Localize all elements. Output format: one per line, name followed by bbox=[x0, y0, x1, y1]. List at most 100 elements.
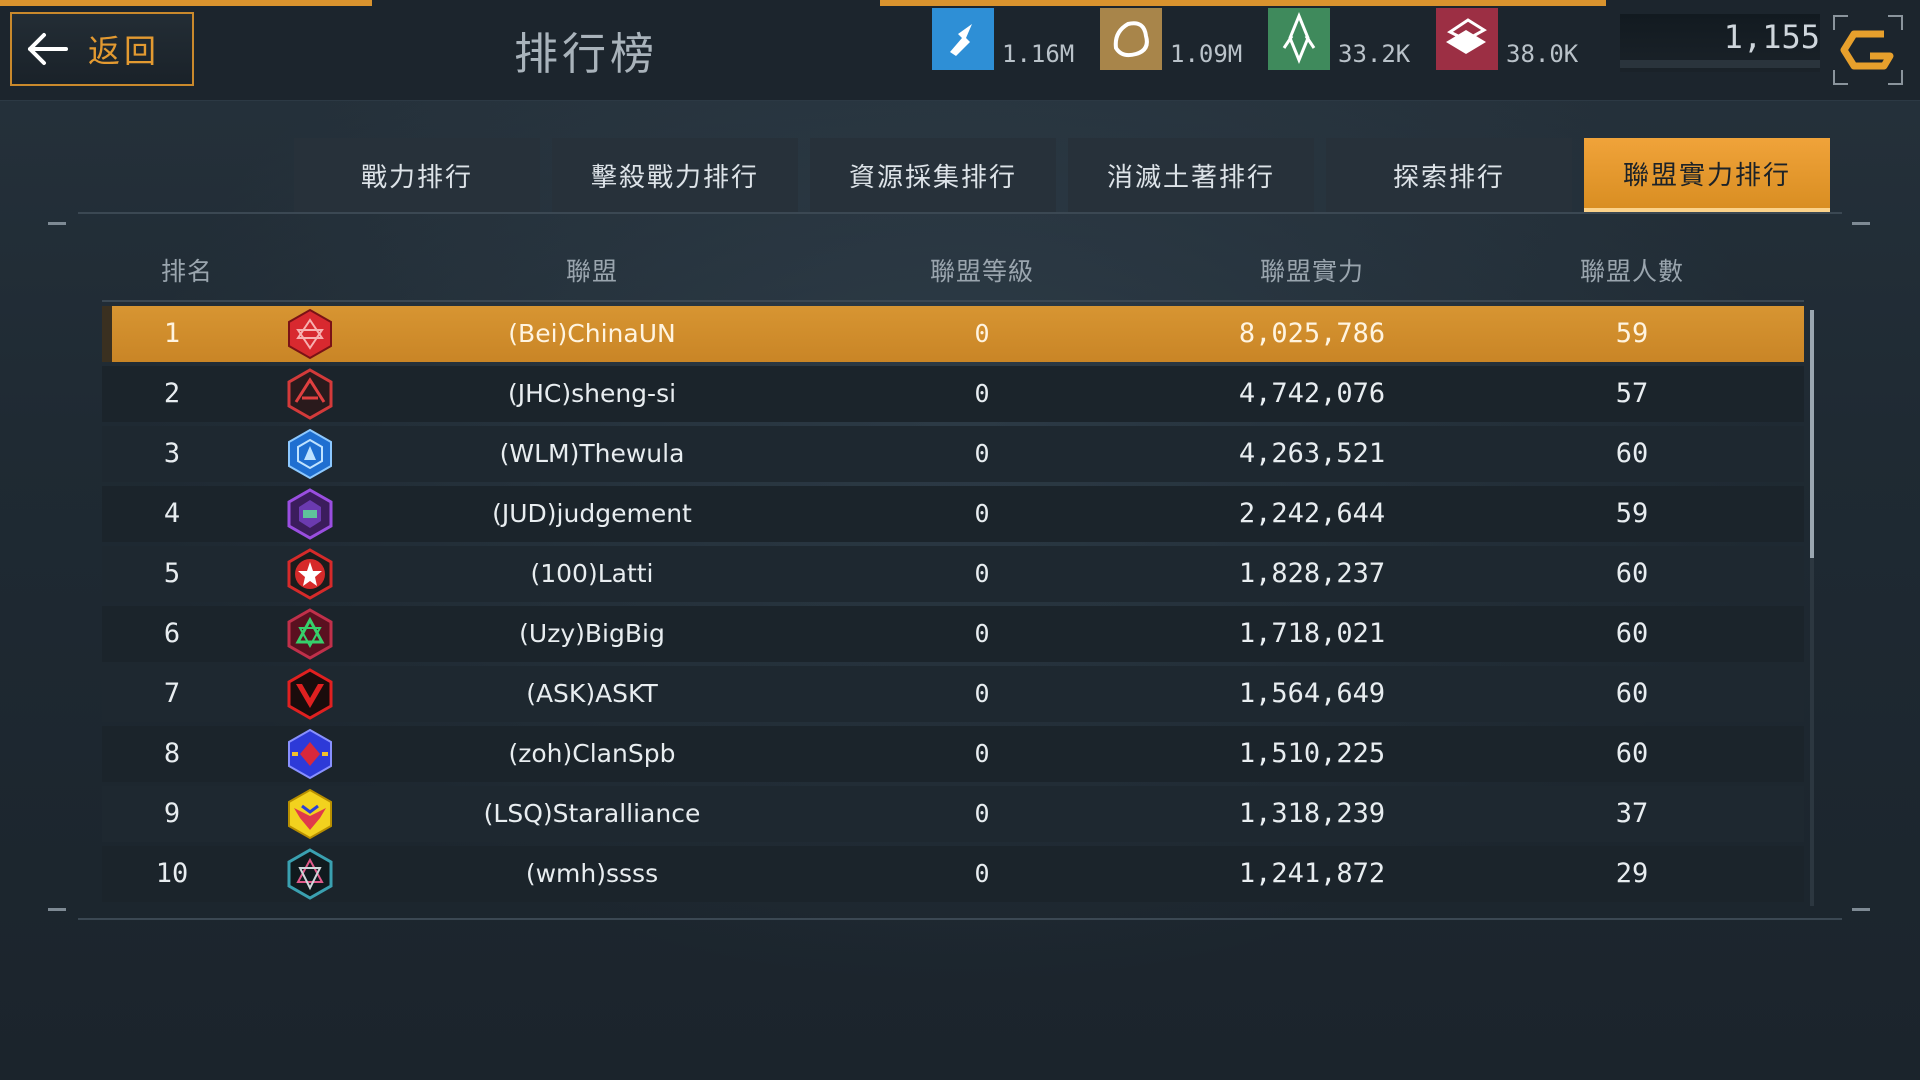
table-row[interactable]: 1 (Bei)ChinaUN 0 8,025,786 59 bbox=[102, 306, 1804, 362]
table-body: 1 (Bei)ChinaUN 0 8,025,786 59 2 (JHC)she… bbox=[102, 306, 1804, 902]
table-row[interactable]: 3 (WLM)Thewula 0 4,263,521 60 bbox=[102, 426, 1804, 482]
row-alliance-name: (zoh)ClanSpb bbox=[508, 739, 676, 768]
frame-corner-mark bbox=[1852, 908, 1870, 911]
row-level: 0 bbox=[974, 559, 990, 588]
ore-rock-icon bbox=[1100, 8, 1162, 70]
header-power: 聯盟實力 bbox=[1259, 257, 1364, 286]
row-alliance-name: (LSQ)Staralliance bbox=[483, 799, 701, 828]
table-row[interactable]: 10 (wmh)ssss 0 1,241,872 29 bbox=[102, 846, 1804, 902]
header-rank: 排名 bbox=[160, 257, 213, 286]
row-rank: 2 bbox=[163, 378, 181, 409]
row-alliance-name: (JUD)judgement bbox=[492, 499, 692, 528]
table-row[interactable]: 5 (100)Latti 0 1,828,237 60 bbox=[102, 546, 1804, 602]
row-alliance-name: (wmh)ssss bbox=[525, 859, 659, 888]
row-rank: 10 bbox=[155, 858, 189, 889]
row-power: 2,242,644 bbox=[1238, 498, 1386, 529]
tab-resource-gathering[interactable]: 資源採集排行 bbox=[810, 138, 1056, 212]
frame-corner-mark bbox=[1852, 222, 1870, 225]
table-bottom-divider bbox=[78, 918, 1842, 920]
row-level: 0 bbox=[974, 379, 990, 408]
alloy-bars-icon bbox=[1436, 8, 1498, 70]
table-row[interactable]: 9 (LSQ)Staralliance 0 1,318,239 37 bbox=[102, 786, 1804, 842]
resource-blue-crystal[interactable]: 1.16M bbox=[932, 4, 1074, 70]
row-members: 29 bbox=[1615, 858, 1649, 889]
row-level: 0 bbox=[974, 739, 990, 768]
row-members: 60 bbox=[1615, 738, 1649, 769]
row-alliance-name: (Uzy)BigBig bbox=[519, 619, 665, 648]
row-power: 1,241,872 bbox=[1238, 858, 1386, 889]
red-hex-emblem-icon bbox=[282, 306, 338, 362]
table-row[interactable]: 2 (JHC)sheng-si 0 4,742,076 57 bbox=[102, 366, 1804, 422]
resource-value: 33.2K bbox=[1338, 40, 1411, 68]
top-bar: 返回 排行榜 1.16M 1.09M 33.2K 38.0K 1,155 bbox=[0, 0, 1920, 101]
table-scrollbar[interactable] bbox=[1810, 310, 1814, 906]
table-row[interactable]: 6 (Uzy)BigBig 0 1,718,021 60 bbox=[102, 606, 1804, 662]
header-alliance: 聯盟 bbox=[565, 257, 618, 286]
row-members: 60 bbox=[1615, 618, 1649, 649]
tab-kill-power[interactable]: 擊殺戰力排行 bbox=[552, 138, 798, 212]
scrollbar-thumb[interactable] bbox=[1810, 310, 1814, 558]
row-members: 59 bbox=[1615, 498, 1649, 529]
row-rank: 9 bbox=[163, 798, 181, 829]
back-button[interactable]: 返回 bbox=[10, 12, 194, 86]
header-level: 聯盟等級 bbox=[929, 257, 1034, 286]
row-level: 0 bbox=[974, 799, 990, 828]
red-v-emblem-icon bbox=[282, 666, 338, 722]
row-power: 8,025,786 bbox=[1238, 318, 1386, 349]
row-power: 4,742,076 bbox=[1238, 378, 1386, 409]
back-button-label: 返回 bbox=[88, 32, 161, 70]
row-power: 1,718,021 bbox=[1238, 618, 1386, 649]
dark-teal-emblem-icon bbox=[282, 846, 338, 902]
row-rank: 5 bbox=[163, 558, 181, 589]
row-rank: 6 bbox=[163, 618, 181, 649]
blue-hex-emblem-icon bbox=[282, 426, 338, 482]
currency-bar bbox=[1620, 60, 1820, 68]
row-power: 1,564,649 bbox=[1238, 678, 1386, 709]
row-alliance-name: (ASK)ASKT bbox=[526, 679, 658, 708]
ranking-tabs: 戰力排行 擊殺戰力排行 資源採集排行 消滅土著排行 探索排行 聯盟實力排行 bbox=[294, 138, 1830, 212]
row-level: 0 bbox=[974, 439, 990, 468]
table-header: 排名 聯盟 聯盟等級 聯盟實力 聯盟人數 bbox=[102, 246, 1804, 302]
tab-combat-power[interactable]: 戰力排行 bbox=[294, 138, 540, 212]
frame-corner-mark bbox=[48, 908, 66, 911]
tab-exploration[interactable]: 探索排行 bbox=[1326, 138, 1572, 212]
row-alliance-name: (100)Latti bbox=[530, 559, 654, 588]
resource-green-crystal[interactable]: 33.2K bbox=[1268, 4, 1410, 70]
tab-divider bbox=[78, 212, 1842, 214]
resource-value: 38.0K bbox=[1506, 40, 1579, 68]
resource-ore[interactable]: 1.09M bbox=[1100, 4, 1242, 70]
row-level: 0 bbox=[974, 499, 990, 528]
blue-crystal-icon bbox=[932, 8, 994, 70]
table-row[interactable]: 8 (zoh)ClanSpb 0 1,510,225 60 bbox=[102, 726, 1804, 782]
row-members: 60 bbox=[1615, 438, 1649, 469]
row-alliance-name: (Bei)ChinaUN bbox=[508, 319, 676, 348]
row-rank: 7 bbox=[163, 678, 181, 709]
red-star-emblem-icon bbox=[282, 546, 338, 602]
resource-alloy[interactable]: 38.0K bbox=[1436, 4, 1578, 70]
row-alliance-name: (JHC)sheng-si bbox=[507, 379, 677, 408]
currency-display: 1,155 bbox=[1620, 14, 1820, 72]
green-triangle-emblem-icon bbox=[282, 606, 338, 662]
resource-value: 1.09M bbox=[1170, 40, 1243, 68]
row-power: 1,318,239 bbox=[1238, 798, 1386, 829]
row-rank: 4 bbox=[163, 498, 181, 529]
row-members: 37 bbox=[1615, 798, 1649, 829]
gold-logo-icon[interactable] bbox=[1830, 12, 1906, 88]
row-level: 0 bbox=[974, 859, 990, 888]
blue-red-emblem-icon bbox=[282, 726, 338, 782]
row-members: 57 bbox=[1615, 378, 1649, 409]
currency-amount: 1,155 bbox=[1723, 18, 1820, 56]
table-row[interactable]: 7 (ASK)ASKT 0 1,564,649 60 bbox=[102, 666, 1804, 722]
row-power: 1,510,225 bbox=[1238, 738, 1386, 769]
tab-natives-eliminated[interactable]: 消滅土著排行 bbox=[1068, 138, 1314, 212]
purple-hex-emblem-icon bbox=[282, 486, 338, 542]
alliance-ranking-table: 排名 聯盟 聯盟等級 聯盟實力 聯盟人數 1 (Bei)ChinaUN 0 8,… bbox=[102, 246, 1804, 902]
row-members: 60 bbox=[1615, 678, 1649, 709]
table-row[interactable]: 4 (JUD)judgement 0 2,242,644 59 bbox=[102, 486, 1804, 542]
yellow-wings-emblem-icon bbox=[282, 786, 338, 842]
row-level: 0 bbox=[974, 679, 990, 708]
row-alliance-name: (WLM)Thewula bbox=[499, 439, 685, 468]
top-accent-left bbox=[0, 0, 372, 6]
red-wings-emblem-icon bbox=[282, 366, 338, 422]
tab-alliance-power[interactable]: 聯盟實力排行 bbox=[1584, 138, 1830, 212]
